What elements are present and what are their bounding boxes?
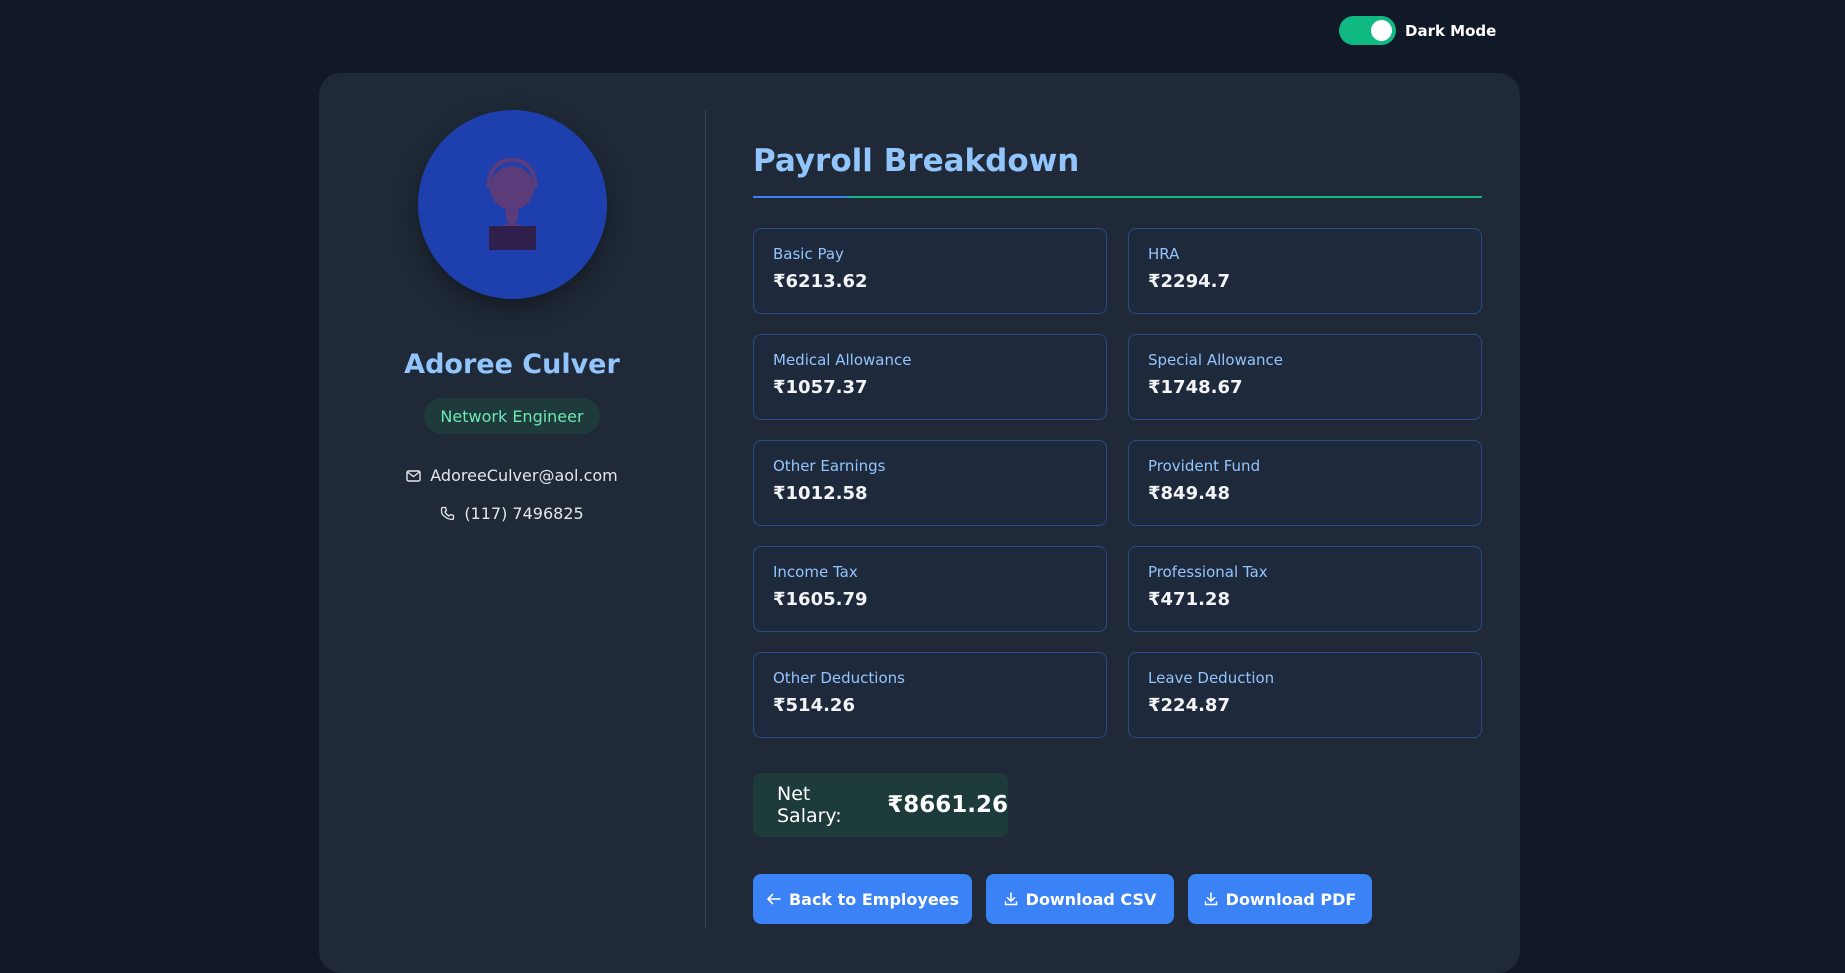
pdf-button-label: Download PDF	[1225, 889, 1357, 909]
payroll-item-other-earnings: Other Earnings ₹1012.58	[753, 440, 1107, 526]
email-text: AdoreeCulver@aol.com	[430, 466, 618, 485]
payroll-item-label: Other Earnings	[773, 457, 886, 475]
payroll-item-special-allowance: Special Allowance ₹1748.67	[1128, 334, 1482, 420]
payroll-item-leave-deduction: Leave Deduction ₹224.87	[1128, 652, 1482, 738]
payroll-item-medical-allowance: Medical Allowance ₹1057.37	[753, 334, 1107, 420]
person-icon	[486, 157, 538, 250]
toggle-knob	[1371, 20, 1392, 41]
payroll-item-basic-pay: Basic Pay ₹6213.62	[753, 228, 1107, 314]
payroll-item-label: Income Tax	[773, 563, 858, 581]
payroll-item-label: Basic Pay	[773, 245, 844, 263]
avatar	[418, 110, 607, 299]
dark-mode-toggle-group: Dark Mode	[1339, 16, 1496, 45]
payroll-item-label: Medical Allowance	[773, 351, 912, 369]
payroll-item-value: ₹1057.37	[773, 377, 868, 398]
payroll-item-label: Leave Deduction	[1148, 669, 1275, 687]
dark-mode-label: Dark Mode	[1405, 21, 1497, 40]
payroll-item-label: Provident Fund	[1148, 457, 1261, 475]
dark-mode-toggle[interactable]	[1339, 16, 1396, 45]
payroll-item-value: ₹2294.7	[1148, 271, 1230, 292]
payroll-item-value: ₹6213.62	[773, 271, 868, 292]
payroll-item-income-tax: Income Tax ₹1605.79	[753, 546, 1107, 632]
title-underline	[753, 196, 1482, 198]
phone-row: (117) 7496825	[319, 504, 705, 523]
download-icon	[1204, 892, 1217, 906]
role-badge: Network Engineer	[424, 398, 600, 434]
back-to-employees-button[interactable]: Back to Employees	[753, 874, 972, 924]
arrow-left-icon	[767, 893, 781, 905]
payroll-item-label: Professional Tax	[1148, 563, 1268, 581]
page-title: Payroll Breakdown	[753, 143, 1080, 179]
payroll-item-value: ₹224.87	[1148, 695, 1230, 716]
employee-name: Adoree Culver	[404, 349, 620, 380]
phone-icon	[441, 506, 455, 521]
net-salary-box: Net Salary: ₹8661.26	[753, 773, 1008, 837]
payroll-item-provident-fund: Provident Fund ₹849.48	[1128, 440, 1482, 526]
download-pdf-button[interactable]: Download PDF	[1188, 874, 1372, 924]
payroll-grid: Basic Pay ₹6213.62 HRA ₹2294.7 Medical A…	[753, 228, 1482, 738]
net-salary-label: Net Salary:	[777, 783, 842, 827]
payroll-item-value: ₹514.26	[773, 695, 855, 716]
payroll-item-professional-tax: Professional Tax ₹471.28	[1128, 546, 1482, 632]
payroll-item-label: HRA	[1148, 245, 1180, 263]
net-salary-value: ₹8661.26	[887, 792, 1008, 818]
payroll-item-value: ₹1012.58	[773, 483, 868, 504]
column-divider	[705, 110, 706, 928]
action-buttons: Back to Employees Download CSV Download …	[753, 874, 1372, 924]
employee-payroll-card: Adoree Culver Network Engineer AdoreeCul…	[319, 73, 1520, 973]
payroll-item-label: Special Allowance	[1148, 351, 1284, 369]
csv-button-label: Download CSV	[1025, 889, 1157, 909]
email-row: AdoreeCulver@aol.com	[319, 466, 705, 485]
payroll-item-value: ₹1748.67	[1148, 377, 1243, 398]
payroll-item-hra: HRA ₹2294.7	[1128, 228, 1482, 314]
payroll-item-value: ₹849.48	[1148, 483, 1230, 504]
mail-icon	[406, 469, 421, 482]
back-button-label: Back to Employees	[788, 889, 960, 909]
payroll-item-value: ₹471.28	[1148, 589, 1230, 610]
payroll-item-label: Other Deductions	[773, 669, 905, 687]
phone-text: (117) 7496825	[464, 504, 584, 523]
download-icon	[1004, 892, 1017, 906]
payroll-item-value: ₹1605.79	[773, 589, 868, 610]
download-csv-button[interactable]: Download CSV	[986, 874, 1174, 924]
payroll-item-other-deductions: Other Deductions ₹514.26	[753, 652, 1107, 738]
